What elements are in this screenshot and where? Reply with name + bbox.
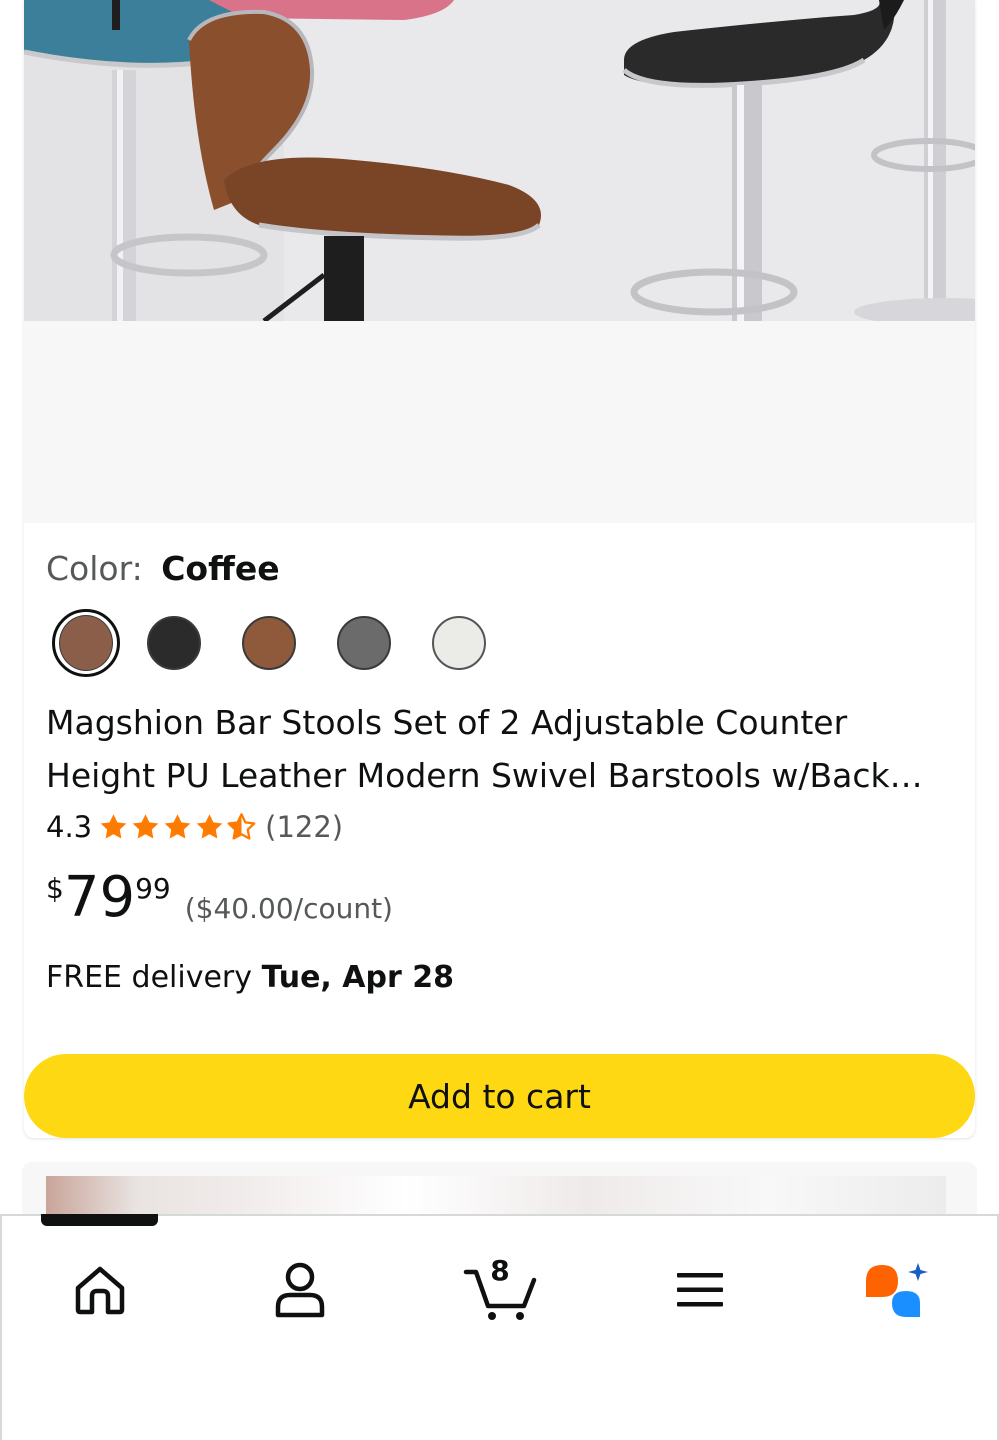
product-page: Color: Coffee Magshion Bar Stools Set of… <box>0 0 999 1440</box>
nav-home[interactable] <box>50 1250 150 1330</box>
star-full-icon <box>196 814 223 839</box>
selected-color-value: Coffee <box>161 549 280 588</box>
account-icon <box>275 1262 325 1318</box>
home-icon <box>75 1266 125 1315</box>
add-to-cart-button[interactable]: Add to cart <box>24 1054 975 1138</box>
color-label: Color: <box>46 549 143 588</box>
cart-count-badge: 8 <box>490 1254 510 1287</box>
nav-cart[interactable]: 8 <box>450 1250 550 1330</box>
delivery-info: FREE delivery Tue, Apr 28 <box>46 960 454 995</box>
nav-active-indicator <box>41 1214 158 1226</box>
delivery-prefix: FREE delivery <box>46 960 253 995</box>
rufus-icon <box>866 1263 928 1317</box>
rating-value: 4.3 <box>46 810 93 844</box>
nav-rufus[interactable] <box>848 1250 948 1330</box>
swatch-black-fill[interactable] <box>147 616 201 670</box>
swatch-gray-fill[interactable] <box>337 616 391 670</box>
unit-price: ($40.00/count) <box>184 892 393 925</box>
nav-menu[interactable] <box>650 1250 750 1330</box>
price-whole: 79 <box>63 865 136 930</box>
star-full-icon <box>100 814 127 839</box>
star-half-icon <box>227 813 256 840</box>
swatch-black[interactable] <box>147 609 242 677</box>
delivery-date: Tue, Apr 28 <box>261 960 454 995</box>
star-full-icon <box>132 814 159 839</box>
swatch-white-fill[interactable] <box>432 616 486 670</box>
next-product-card[interactable] <box>22 1162 977 1222</box>
menu-icon <box>677 1273 723 1307</box>
swatch-coffee[interactable] <box>52 609 147 677</box>
price: $ 79 99 ($40.00/count) <box>46 866 393 930</box>
swatch-brown-fill[interactable] <box>242 616 296 670</box>
product-image[interactable] <box>24 0 975 321</box>
rating-row[interactable]: 4.3 (122) <box>46 810 343 844</box>
color-selector-label: Color: Coffee <box>46 549 280 588</box>
rating-count[interactable]: (122) <box>265 810 343 844</box>
nav-account[interactable] <box>250 1250 350 1330</box>
rating-stars <box>98 812 257 842</box>
swatch-coffee-fill <box>59 615 113 671</box>
color-swatches <box>52 609 527 677</box>
product-title[interactable]: Magshion Bar Stools Set of 2 Adjustable … <box>46 696 956 802</box>
swatch-white[interactable] <box>432 609 527 677</box>
swatch-gray[interactable] <box>337 609 432 677</box>
product-image-area[interactable] <box>24 0 975 523</box>
product-card: Color: Coffee Magshion Bar Stools Set of… <box>24 0 975 1138</box>
price-currency: $ <box>46 872 64 905</box>
swatch-coffee-selected-ring[interactable] <box>52 609 120 677</box>
price-fraction: 99 <box>135 872 171 905</box>
swatch-brown[interactable] <box>242 609 337 677</box>
star-full-icon <box>164 814 191 839</box>
